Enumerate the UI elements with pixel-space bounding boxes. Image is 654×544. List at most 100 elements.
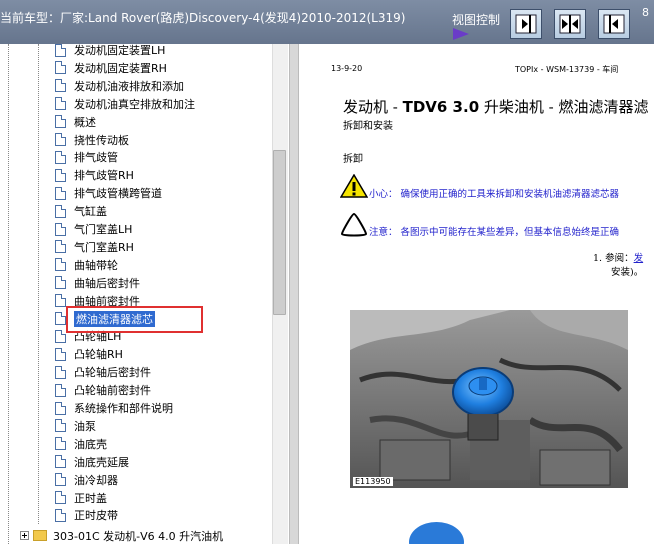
reference-link[interactable]: 发	[634, 253, 644, 264]
document-icon	[55, 276, 66, 290]
engine-photo: E113950	[350, 310, 628, 488]
document-icon	[55, 419, 66, 433]
tree-item-label: 排气歧管横跨管道	[74, 187, 162, 201]
tree-item-label: 发动机油液排放和添加	[74, 79, 184, 93]
tree-item[interactable]: 系统操作和部件说明	[55, 399, 173, 417]
tree-item-label: 挠性传动板	[74, 133, 129, 147]
tree-item[interactable]: 发动机油液排放和添加	[55, 77, 184, 95]
document-icon	[55, 168, 66, 182]
tree-item-label: 正时皮带	[74, 509, 118, 523]
tree-item[interactable]: 气门室盖RH	[55, 238, 134, 256]
tree-item-label: 概述	[74, 115, 96, 129]
tree-folder-label: 303-01C 发动机-V6 4.0 升汽油机	[53, 529, 224, 543]
tree-item[interactable]: 概述	[55, 113, 96, 131]
tree-item[interactable]: 发动机固定装置LH	[55, 41, 165, 59]
document-icon	[55, 222, 66, 236]
doc-title: 发动机 - TDV6 3.0 升柴油机 - 燃油滤清器滤	[343, 96, 649, 117]
document-icon	[55, 312, 66, 325]
tree-item-label: 凸轮轴前密封件	[74, 384, 151, 398]
document-icon	[55, 508, 66, 522]
tree-item-label: 气门室盖LH	[74, 223, 133, 236]
tree-folder-303-01c[interactable]: 303-01C 发动机-V6 4.0 升汽油机	[20, 527, 223, 544]
doc-subtitle: 拆卸和安装	[343, 121, 393, 132]
tree-item-label: 气缸盖	[74, 205, 107, 219]
tree-item-label: 曲轴后密封件	[74, 276, 140, 290]
tree-item-label: 排气歧管RH	[74, 169, 134, 183]
tree-item[interactable]: 油底壳	[55, 435, 107, 453]
tree-item[interactable]: 气缸盖	[55, 202, 107, 220]
document-icon	[55, 437, 66, 451]
tree-item[interactable]: 发动机固定装置RH	[55, 59, 167, 77]
tree-item-label: 排气歧管	[74, 151, 118, 165]
document-icon	[55, 383, 66, 397]
tree-item-label: 凸轮轴后密封件	[74, 366, 151, 380]
annotation-highlight-box	[66, 306, 203, 333]
tree-item-label: 油冷却器	[74, 473, 118, 487]
tree-item[interactable]: 凸轮轴RH	[55, 345, 123, 363]
caution-warning-icon	[340, 174, 368, 198]
tree-item[interactable]: 油底壳延展	[55, 453, 129, 471]
pane-arrow-right-icon	[515, 14, 537, 34]
show-both-panes-button[interactable]	[554, 9, 586, 39]
document-icon	[55, 186, 66, 200]
document-icon	[55, 258, 66, 272]
tree-item[interactable]: 正时盖	[55, 489, 107, 507]
step-1: 1. 参阅：发	[593, 250, 643, 264]
document-icon	[55, 97, 66, 111]
document-icon	[55, 473, 66, 487]
expand-plus-icon[interactable]	[20, 531, 29, 540]
pointer-arrow-icon	[453, 28, 469, 40]
photo-caption: E113950	[353, 477, 393, 486]
document-icon	[55, 347, 66, 361]
vehicle-label: 当前车型：厂家:Land Rover(路虎)Discovery-4(发现4)20…	[0, 11, 406, 25]
tree-scrollbar-thumb[interactable]	[273, 150, 286, 315]
document-icon	[55, 401, 66, 415]
tree-item[interactable]: 正时皮带	[55, 506, 118, 524]
tree-item[interactable]: 凸轮轴后密封件	[55, 363, 151, 381]
pane-split-icon	[559, 14, 581, 34]
section-heading: 拆卸	[343, 154, 363, 165]
document-icon	[55, 294, 66, 308]
document-icon	[55, 329, 66, 343]
note-triangle-icon	[340, 212, 368, 237]
tree-item[interactable]: 挠性传动板	[55, 131, 129, 149]
tree-item-label: 气门室盖RH	[74, 240, 134, 254]
tree-item[interactable]: 发动机油真空排放和加注	[55, 95, 195, 113]
tree-item-label: 曲轴带轮	[74, 258, 118, 272]
truncated-label: 8	[642, 6, 649, 19]
title-bar: 当前车型：厂家:Land Rover(路虎)Discovery-4(发现4)20…	[0, 0, 654, 44]
tree-guide-line	[8, 44, 9, 544]
doc-title-suffix: 升柴油机 - 燃油滤清器滤	[479, 98, 649, 116]
doc-source: TOPIx - WSM-13739 - 车间	[515, 65, 619, 74]
tree-item-label: 发动机油真空排放和加注	[74, 97, 195, 111]
tree-item-label: 系统操作和部件说明	[74, 402, 173, 415]
tree-item[interactable]: 油冷却器	[55, 471, 118, 489]
next-photo-fragment	[409, 522, 464, 544]
show-left-pane-button[interactable]	[598, 9, 630, 39]
tree-item-label: 油底壳	[74, 437, 107, 451]
navigation-tree[interactable]	[0, 44, 289, 544]
document-icon	[55, 150, 66, 164]
tree-item[interactable]: 曲轴带轮	[55, 256, 118, 274]
tree-item[interactable]: 曲轴后密封件	[55, 274, 140, 292]
tree-item-label: 发动机固定装置RH	[74, 61, 167, 75]
tree-item[interactable]: 排气歧管横跨管道	[55, 184, 162, 202]
tree-item-label: 油泵	[74, 419, 96, 433]
caution-text: 小心： 确保使用正确的工具来拆卸和安装机油滤清器滤芯器	[369, 189, 620, 200]
tree-item[interactable]: 凸轮轴前密封件	[55, 381, 151, 399]
tree-item-label: 正时盖	[74, 491, 107, 505]
step-1-continued: 安装)。	[611, 267, 644, 278]
doc-title-prefix: 发动机 -	[343, 98, 403, 116]
tree-item[interactable]: 排气歧管	[55, 148, 118, 166]
show-right-pane-button[interactable]	[510, 9, 542, 39]
tree-item[interactable]: 排气歧管RH	[55, 166, 134, 184]
tree-item-label: 发动机固定装置LH	[74, 44, 166, 57]
tree-guide-line	[38, 44, 39, 524]
pane-splitter[interactable]	[289, 44, 299, 544]
doc-title-engine: TDV6 3.0	[402, 98, 480, 116]
tree-item[interactable]: 气门室盖LH	[55, 220, 132, 238]
tree-item[interactable]: 油泵	[55, 417, 96, 435]
step-1-prefix: 1. 参阅：	[593, 253, 634, 264]
document-icon	[55, 455, 66, 469]
tree-item-label: 凸轮轴RH	[74, 348, 123, 362]
